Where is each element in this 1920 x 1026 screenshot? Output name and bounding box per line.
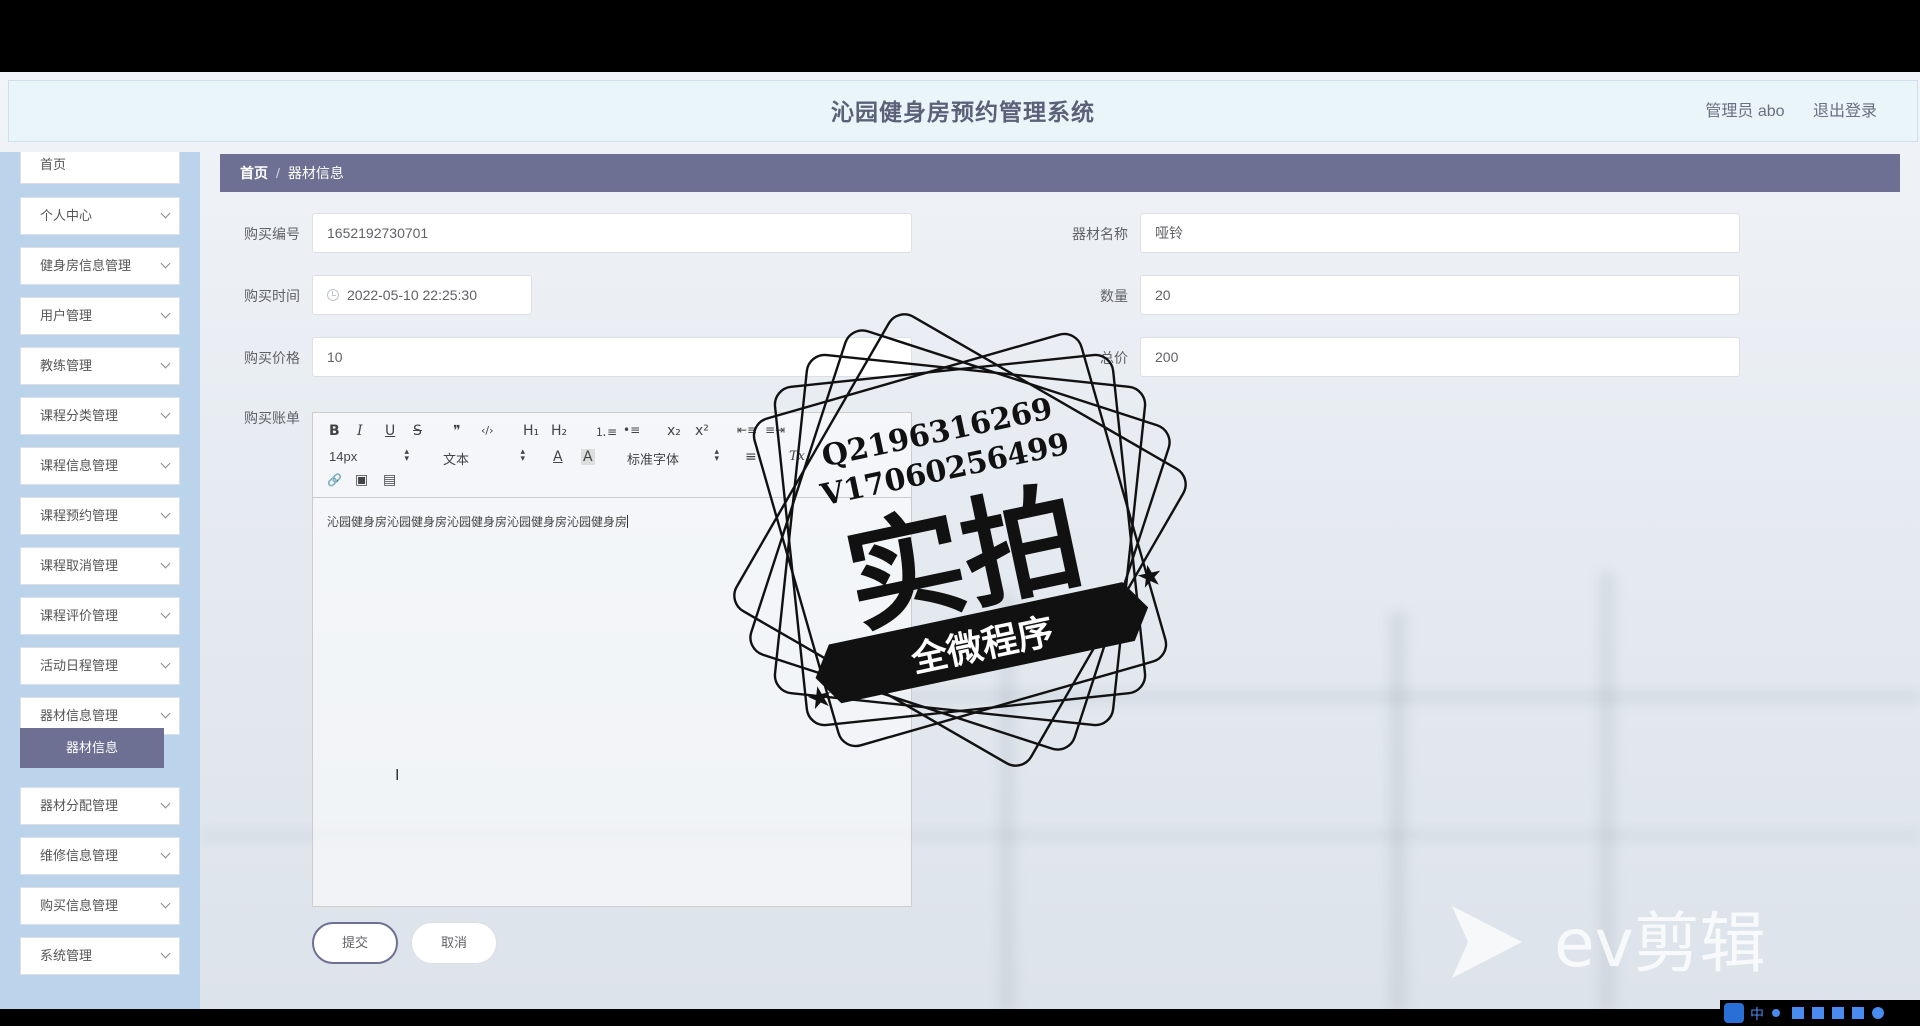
link-icon[interactable]: 🔗 [327,473,342,487]
submit-button[interactable]: 提交 [312,922,398,964]
sidebar-item-course-category[interactable]: 课程分类管理 [20,397,180,435]
price-label: 购买价格 [244,350,300,366]
ime-cut-icon[interactable] [1812,1007,1824,1019]
ime-keyboard-icon[interactable] [1832,1007,1844,1019]
select-arrows-icon: ▴ ▾ [714,446,719,463]
ime-skin-icon[interactable] [1852,1007,1864,1019]
breadcrumb-home[interactable]: 首页 [240,165,268,181]
sidebar-item-coaches[interactable]: 教练管理 [20,347,180,385]
breadcrumb: 首页 / 器材信息 [220,154,1900,192]
select-arrows-icon: ▴ ▾ [404,446,409,463]
sidebar-item-course-review[interactable]: 课程评价管理 [20,597,180,635]
breadcrumb-separator: / [276,165,280,181]
chevron-down-icon [160,558,171,569]
h2-button[interactable]: H₂ [551,423,567,439]
chevron-down-icon [160,658,171,669]
bill-label: 购买账单 [244,410,300,426]
equipment-name-label: 器材名称 [1072,226,1128,242]
chevron-down-icon [160,798,171,809]
text-color-button[interactable]: A [553,449,563,465]
top-header: 沁园健身房预约管理系统 管理员 abo 退出登录 [8,80,1918,142]
superscript-button[interactable]: x² [695,423,709,439]
bullet-list-button[interactable]: •≡ [623,423,640,437]
italic-button[interactable]: I [357,423,363,439]
editor-content[interactable]: 沁园健身房沁园健身房沁园健身房沁园健身房沁园健身房 [327,513,629,530]
sidebar-item-purchase[interactable]: 购买信息管理 [20,887,180,925]
app-window: 沁园健身房预约管理系统 管理员 abo 退出登录 首页 个人中心 健身房信息管理… [0,72,1920,1009]
ordered-list-button[interactable]: ⒈≡ [595,423,617,440]
sidebar-item-users[interactable]: 用户管理 [20,297,180,335]
sidebar-item-repair[interactable]: 维修信息管理 [20,837,180,875]
header-select[interactable]: 文本 ▴ ▾ [443,446,525,468]
cancel-button[interactable]: 取消 [411,922,497,964]
chevron-down-icon [160,848,171,859]
total-input[interactable] [1140,337,1740,377]
purchase-time-label: 购买时间 [244,288,300,304]
bold-button[interactable]: B [329,423,340,439]
chevron-down-icon [160,358,171,369]
chevron-down-icon [160,308,171,319]
ev-logo-text: ev剪辑 [1554,905,1766,982]
quote-button[interactable]: ❞ [453,423,461,439]
chevron-down-icon [160,408,171,419]
h1-button[interactable]: H₁ [523,423,539,439]
select-arrows-icon: ▴ ▾ [520,446,525,463]
sidebar-item-course-info[interactable]: 课程信息管理 [20,447,180,485]
sidebar-item-schedule[interactable]: 活动日程管理 [20,647,180,685]
strike-button[interactable]: S [413,423,422,439]
video-icon[interactable]: ▤ [383,472,396,488]
chevron-down-icon [160,458,171,469]
quantity-input[interactable] [1140,275,1740,315]
sidebar: 首页 个人中心 健身房信息管理 用户管理 教练管理 课程分类管理 课程信息管理 … [0,152,200,1009]
sidebar-item-gym[interactable]: 健身房信息管理 [20,247,180,285]
logout-link[interactable]: 退出登录 [1813,103,1877,120]
chevron-down-icon [160,208,171,219]
ev-watermark: ev剪辑 [1452,905,1766,982]
chevron-down-icon [160,708,171,719]
code-button[interactable]: ‹/› [481,424,494,437]
ime-gear-icon[interactable] [1872,1007,1884,1019]
ime-logo-icon[interactable] [1724,1003,1744,1023]
ime-toolbar: 中 [1720,1000,1920,1026]
watermark-stamp: Q2196316269 V17060256499 实拍 全微程序 ★ ★ [733,313,1187,767]
star-icon: ★ [1133,558,1166,596]
current-user: 管理员 abo [1705,103,1785,120]
ev-play-icon [1452,906,1522,978]
sidebar-item-profile[interactable]: 个人中心 [20,197,180,235]
sidebar-item-equipment-assign[interactable]: 器材分配管理 [20,787,180,825]
text-caret [627,515,629,528]
chevron-down-icon [160,898,171,909]
ime-pen-icon[interactable] [1792,1007,1804,1019]
background-color-button[interactable]: A [581,449,595,465]
purchase-time-value: 2022-05-10 22:25:30 [347,287,477,303]
subscript-button[interactable]: x₂ [667,423,681,439]
breadcrumb-current: 器材信息 [287,165,344,181]
purchase-no-label: 购买编号 [244,226,300,242]
app-title: 沁园健身房预约管理系统 [831,99,1095,125]
purchase-no-input[interactable] [312,213,912,253]
ime-dot-icon[interactable] [1772,1009,1780,1017]
ibeam-cursor-icon: I [395,767,400,784]
chevron-down-icon [160,508,171,519]
purchase-time-picker[interactable]: 2022-05-10 22:25:30 [312,275,532,315]
sidebar-item-home[interactable]: 首页 [20,152,180,184]
submenu-equipment-info[interactable]: 器材信息 [20,728,164,768]
chevron-down-icon [160,258,171,269]
underline-button[interactable]: U [385,423,395,439]
font-size-select[interactable]: 14px ▴ ▾ [329,446,409,465]
sidebar-item-course-cancel[interactable]: 课程取消管理 [20,547,180,585]
clock-icon [327,289,339,301]
sidebar-item-course-booking[interactable]: 课程预约管理 [20,497,180,535]
user-area: 管理员 abo 退出登录 [1681,81,1877,143]
font-family-select[interactable]: 标准字体 ▴ ▾ [627,446,719,468]
ime-mode-label[interactable]: 中 [1750,1007,1764,1023]
chevron-down-icon [160,608,171,619]
image-icon[interactable]: ▣ [355,472,368,488]
sidebar-item-system[interactable]: 系统管理 [20,937,180,975]
chevron-down-icon [160,948,171,959]
equipment-name-input[interactable] [1140,213,1740,253]
